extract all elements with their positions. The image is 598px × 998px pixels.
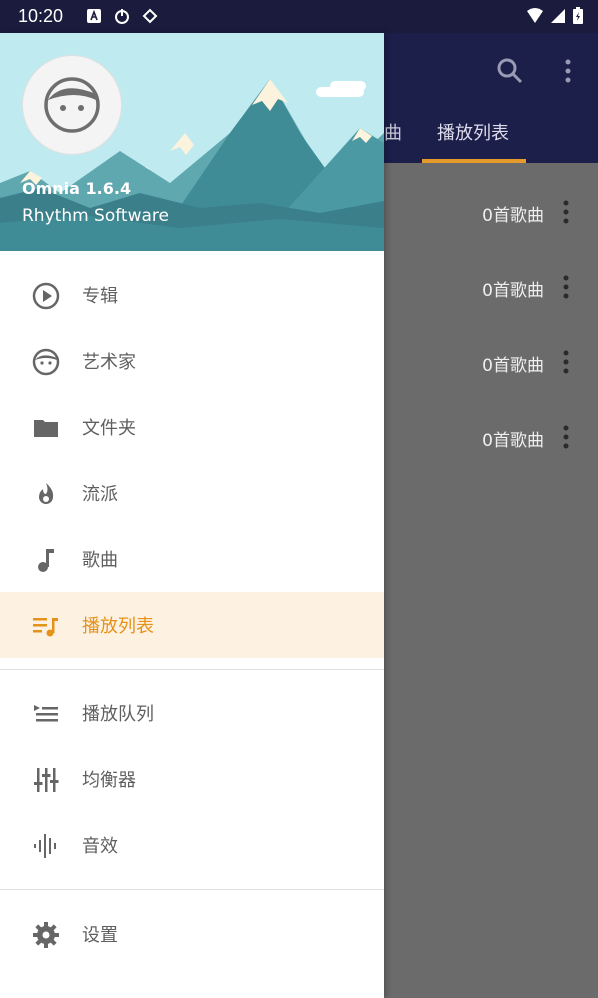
- nav-item-folders[interactable]: 文件夹: [0, 394, 384, 460]
- nav-item-playlists[interactable]: 播放列表: [0, 592, 384, 658]
- tab-playlists[interactable]: 播放列表: [437, 119, 509, 145]
- navigation-drawer: Omnia 1.6.4 Rhythm Software 专辑 艺术家 文件夹 流…: [0, 33, 384, 998]
- music-note-icon: [38, 549, 54, 572]
- nav-item-label: 歌曲: [82, 550, 118, 571]
- nav-item-songs[interactable]: 歌曲: [0, 526, 384, 592]
- wifi-icon: [527, 8, 543, 23]
- tab-songs[interactable]: 曲: [384, 119, 402, 145]
- nav-item-label: 播放列表: [82, 616, 154, 637]
- equalizer-icon: [34, 768, 59, 792]
- nav-item-label: 专辑: [82, 286, 118, 307]
- playlist-icon: [33, 618, 58, 637]
- search-icon[interactable]: [494, 55, 526, 87]
- face-icon: [32, 348, 60, 376]
- more-vert-icon[interactable]: [556, 274, 576, 300]
- nav-item-label: 艺术家: [82, 352, 136, 373]
- nav-item-label: 设置: [82, 925, 118, 946]
- signal-icon: [551, 9, 565, 23]
- divider: [0, 669, 384, 670]
- nav-item-audio-effects[interactable]: 音效: [0, 812, 384, 878]
- nav-item-label: 均衡器: [82, 770, 136, 791]
- sync-icon: [115, 9, 129, 24]
- nav-item-label: 文件夹: [82, 418, 136, 439]
- app-version: Omnia 1.6.4: [22, 179, 132, 198]
- face-icon: [44, 77, 100, 133]
- play-circle-icon: [32, 282, 60, 310]
- gear-icon: [33, 922, 59, 948]
- drawer-header: Omnia 1.6.4 Rhythm Software: [0, 33, 384, 251]
- nav-item-label: 音效: [82, 836, 118, 857]
- song-count: 0首歌曲: [482, 206, 544, 226]
- nav-item-equalizer[interactable]: 均衡器: [0, 746, 384, 812]
- status-bar: 10:20: [0, 0, 598, 33]
- queue-icon: [34, 705, 58, 722]
- more-vert-icon[interactable]: [556, 349, 576, 375]
- keyboard-a-icon: [87, 9, 101, 23]
- nav-item-artists[interactable]: 艺术家: [0, 328, 384, 394]
- avatar[interactable]: [22, 55, 122, 155]
- nav-item-albums[interactable]: 专辑: [0, 262, 384, 328]
- waveform-icon: [34, 834, 56, 858]
- nav-item-play-queue[interactable]: 播放队列: [0, 680, 384, 746]
- status-time: 10:20: [18, 6, 64, 26]
- folder-icon: [34, 420, 58, 437]
- song-count: 0首歌曲: [482, 431, 544, 451]
- nav-item-label: 流派: [82, 484, 118, 505]
- nav-item-genres[interactable]: 流派: [0, 460, 384, 526]
- song-count: 0首歌曲: [482, 356, 544, 376]
- label-icon: [142, 8, 158, 24]
- battery-icon: [573, 7, 583, 24]
- more-vert-icon[interactable]: [556, 424, 576, 450]
- company-name: Rhythm Software: [22, 206, 169, 226]
- more-vert-icon[interactable]: [556, 199, 576, 225]
- more-vert-icon[interactable]: [552, 55, 584, 87]
- nav-item-settings[interactable]: 设置: [0, 901, 384, 967]
- nav-item-label: 播放队列: [82, 704, 154, 725]
- song-count: 0首歌曲: [482, 281, 544, 301]
- flame-icon: [39, 483, 54, 504]
- divider: [0, 889, 384, 890]
